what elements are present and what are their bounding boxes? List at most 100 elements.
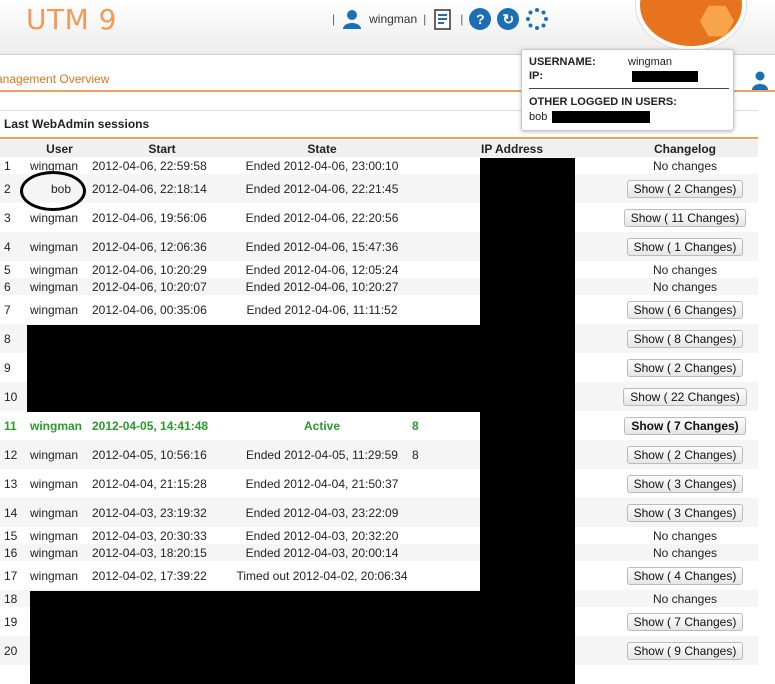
show-changes-button[interactable]: Show ( 7 Changes) — [624, 416, 746, 435]
row-number: 9 — [4, 360, 11, 375]
cell-start: 2012-04-04, 21:15:28 — [92, 476, 207, 491]
table-row: 14 wingman 2012-04-03, 23:19:32 Ended 2012-… — [0, 498, 758, 527]
app-title: UTM 9 — [26, 3, 117, 36]
cell-changelog: Show ( 2 Changes) — [612, 440, 758, 469]
row-number: 10 — [0, 382, 27, 411]
cell-changelog: Show ( 7 Changes) — [612, 607, 758, 636]
cell-start: 2012-04-03, 18:20:15 — [92, 544, 232, 561]
cell-changelog: Show ( 2 Changes) — [612, 174, 758, 203]
cell-changelog: No changes — [612, 544, 758, 561]
show-changes-button[interactable]: Show ( 22 Changes) — [623, 387, 747, 406]
row-number: 3 — [4, 210, 11, 225]
user-icon[interactable] — [341, 8, 363, 30]
loading-icon[interactable] — [525, 7, 549, 31]
user-info-popup: USERNAME: wingman IP: OTHER LOGGED IN US… — [521, 49, 734, 131]
show-changes-button[interactable]: Show ( 9 Changes) — [626, 641, 744, 660]
cell-changelog: Show ( 2 Changes) — [612, 353, 758, 382]
cell-state: Ended 2012-04-04, 21:50:37 — [245, 476, 399, 491]
user-icon[interactable] — [750, 70, 770, 90]
col-user[interactable]: User — [27, 140, 92, 157]
cell-start: 2012-04-06, 22:18:14 — [92, 174, 232, 203]
cell-changelog: Show ( 22 Changes) — [612, 382, 758, 411]
table-row: 15 wingman 2012-04-03, 20:30:33 Ended 2012-… — [0, 527, 758, 544]
show-changes-button[interactable]: Show ( 3 Changes) — [626, 503, 744, 522]
cell-user: wingman — [30, 262, 79, 277]
no-changes-label: No changes — [652, 262, 718, 277]
row-number: 15 — [4, 528, 18, 543]
show-changes-button[interactable]: Show ( 2 Changes) — [626, 358, 744, 377]
row-number: 19 — [4, 614, 18, 629]
row-number: 5 — [4, 262, 11, 277]
col-state[interactable]: State — [232, 140, 412, 157]
cell-start: 2012-04-03, 23:19:32 — [92, 498, 232, 527]
cell-state: Ended 2012-04-06, 11:11:52 — [246, 302, 398, 317]
cell-changelog: Show ( 3 Changes) — [612, 498, 758, 527]
row-number: 16 — [0, 544, 27, 561]
cell-state: Ended 2012-04-06, 22:21:45 — [232, 174, 412, 203]
no-changes-label: No changes — [652, 591, 718, 606]
cell-changelog: No changes — [612, 157, 758, 174]
show-changes-button[interactable]: Show ( 1 Changes) — [626, 237, 744, 256]
cell-start: 2012-04-06, 00:35:06 — [92, 302, 207, 317]
cell-start: 2012-04-05, 14:41:48 — [92, 418, 209, 433]
help-icon[interactable]: ? — [469, 8, 492, 30]
row-number: 17 — [4, 568, 18, 583]
show-changes-button[interactable]: Show ( 11 Changes) — [623, 208, 747, 227]
cell-state: Ended 2012-04-06, 15:47:36 — [232, 232, 412, 261]
redacted-ip — [552, 111, 650, 123]
cell-changelog: No changes — [612, 261, 758, 278]
separator: | — [423, 12, 427, 26]
table-row: 4 wingman 2012-04-06, 12:06:36 Ended 2012-0… — [0, 232, 758, 261]
col-ip[interactable]: IP Address — [412, 140, 612, 157]
other-users-label: OTHER LOGGED IN USERS: — [529, 96, 677, 108]
cell-state: Active — [303, 418, 341, 433]
cell-user: wingman — [30, 568, 79, 583]
cell-changelog: Show ( 8 Changes) — [612, 324, 758, 353]
table-row: 12 wingman 2012-04-05, 10:56:16 Ended 2012-… — [0, 440, 758, 469]
separator: | — [332, 12, 336, 26]
table-row: 16 wingman 2012-04-03, 18:20:15 Ended 2012-… — [0, 544, 758, 561]
row-number: 18 — [0, 590, 27, 607]
brand-logo — [636, 0, 746, 50]
cell-user: wingman — [27, 544, 92, 561]
show-changes-button[interactable]: Show ( 7 Changes) — [626, 612, 744, 631]
cell-state: Ended 2012-04-05, 11:29:59 — [232, 440, 412, 469]
cell-start: 2012-04-06, 19:56:06 — [92, 210, 207, 225]
cell-state: Ended 2012-04-03, 20:00:14 — [232, 544, 412, 561]
cell-changelog: Show ( 7 Changes) — [612, 411, 758, 440]
no-changes-label: No changes — [652, 528, 718, 543]
cell-changelog: Show ( 6 Changes) — [612, 295, 758, 324]
table-row: 3 wingman 2012-04-06, 19:56:06 Ended 2012-0… — [0, 203, 758, 232]
table-row: 13 wingman 2012-04-04, 21:15:28 Ended 2012-… — [0, 469, 758, 498]
cell-user: wingman — [30, 528, 79, 543]
row-number: 1 — [4, 158, 11, 173]
cell-start: 2012-04-06, 22:59:58 — [92, 158, 207, 173]
show-changes-button[interactable]: Show ( 2 Changes) — [626, 445, 744, 464]
cell-changelog: Show ( 3 Changes) — [612, 469, 758, 498]
page-title: anagement Overview — [0, 72, 110, 86]
current-username[interactable]: wingman — [369, 12, 417, 26]
cell-user: wingman — [27, 440, 92, 469]
show-changes-button[interactable]: Show ( 8 Changes) — [626, 329, 744, 348]
cell-start: 2012-04-06, 10:20:29 — [92, 262, 207, 277]
show-changes-button[interactable]: Show ( 3 Changes) — [626, 474, 744, 493]
col-changelog[interactable]: Changelog — [612, 140, 758, 157]
table-header: User Start State IP Address Changelog — [0, 140, 758, 157]
refresh-icon[interactable]: ↻ — [497, 8, 520, 30]
redacted-rows — [27, 325, 480, 412]
table-row: 11 wingman 2012-04-05, 14:41:48 Active 8 Show… — [0, 411, 758, 440]
show-changes-button[interactable]: Show ( 4 Changes) — [626, 566, 744, 585]
cell-user: wingman — [27, 232, 92, 261]
cell-changelog: No changes — [612, 590, 758, 607]
cell-state: Timed out 2012-04-02, 20:06:34 — [236, 568, 408, 583]
show-changes-button[interactable]: Show ( 2 Changes) — [626, 179, 744, 198]
row-number: 12 — [0, 440, 27, 469]
cell-changelog: No changes — [612, 527, 758, 544]
user-area: | wingman | | ? ↻ — [332, 6, 549, 32]
col-start[interactable]: Start — [92, 140, 232, 157]
show-changes-button[interactable]: Show ( 6 Changes) — [626, 300, 744, 319]
row-number: 13 — [4, 476, 18, 491]
other-user-bob: bob — [529, 111, 548, 123]
col-number — [0, 140, 27, 157]
notes-icon[interactable] — [432, 8, 454, 30]
